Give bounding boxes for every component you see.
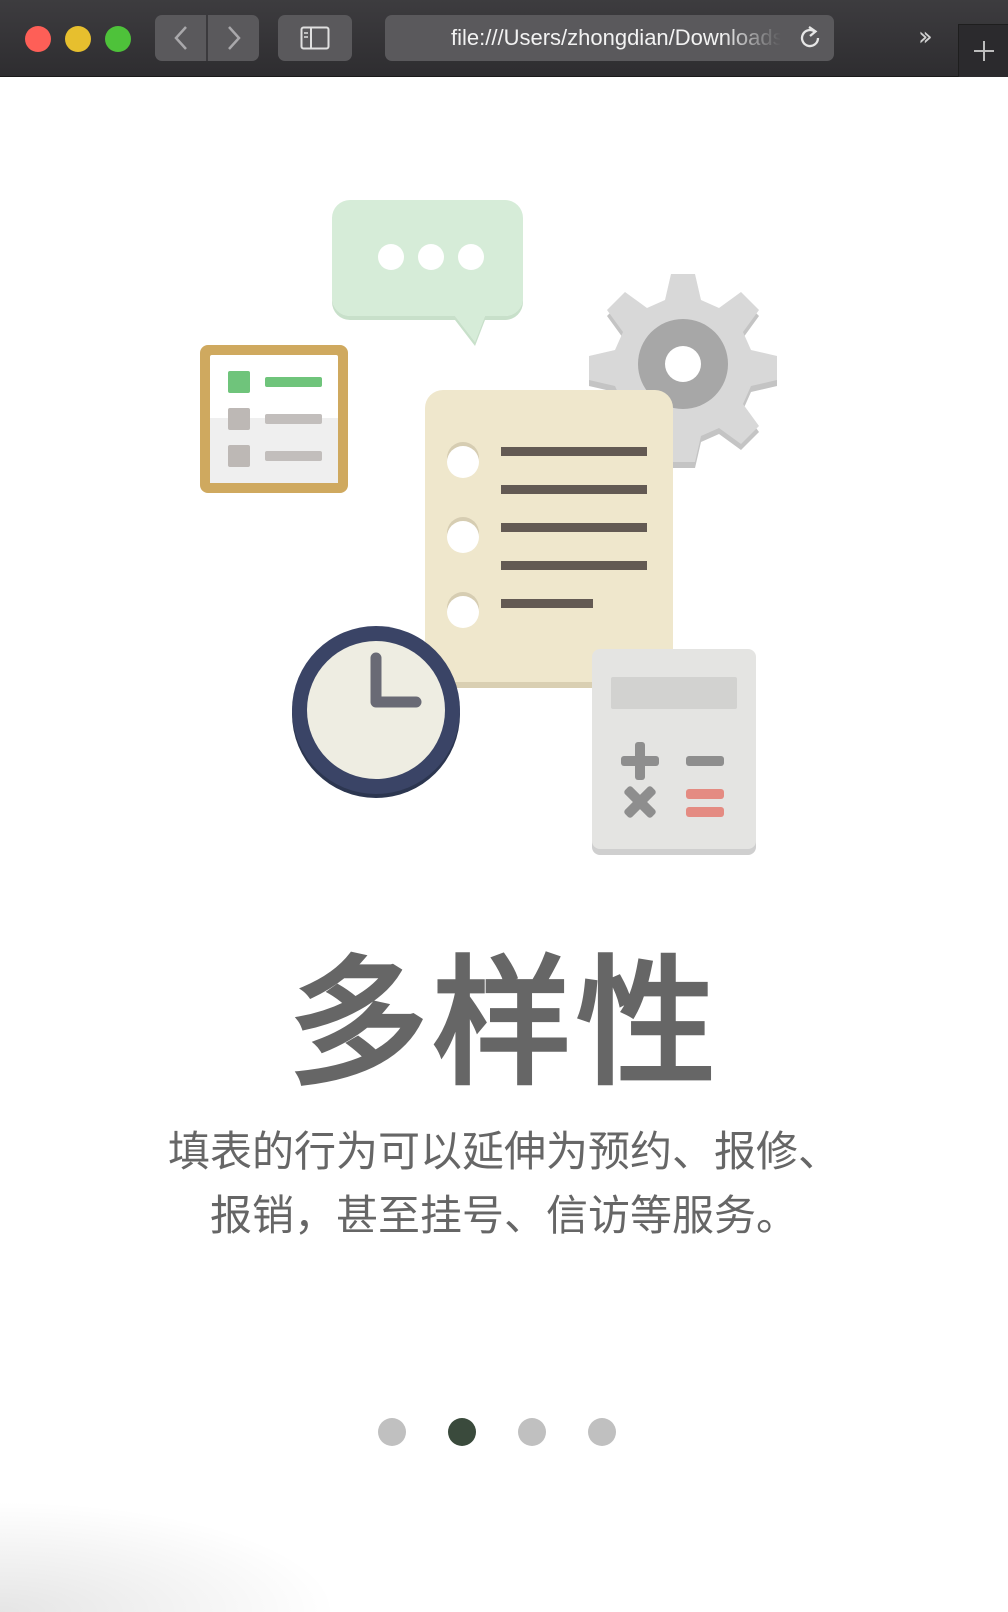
- pagination-dots: [0, 1418, 1008, 1448]
- minimize-window-button[interactable]: [65, 26, 91, 52]
- sidebar-icon: [300, 26, 330, 50]
- forward-icon: [227, 26, 241, 50]
- document-list-icon: [425, 390, 673, 688]
- close-window-button[interactable]: [25, 26, 51, 52]
- nav-buttons: [155, 15, 259, 61]
- bottom-shadow: [0, 1500, 340, 1612]
- slide-description: 填表的行为可以延伸为预约、报修、 报销，甚至挂号、信访等服务。: [0, 1120, 1008, 1248]
- pagination-dot[interactable]: [448, 1418, 476, 1446]
- forward-button[interactable]: [208, 15, 259, 61]
- sidebar-toggle-button[interactable]: [278, 15, 352, 61]
- forms-illustration: [200, 200, 777, 855]
- slide-description-line: 填表的行为可以延伸为预约、报修、: [167, 1127, 840, 1176]
- zoom-window-button[interactable]: [105, 26, 131, 52]
- address-bar[interactable]: file:///Users/zhongdian/Downloads/index.…: [385, 15, 834, 61]
- url-text[interactable]: file:///Users/zhongdian/Downloads/index.…: [451, 15, 781, 61]
- pagination-dot[interactable]: [518, 1418, 546, 1446]
- calculator-icon: [592, 649, 756, 855]
- back-icon: [173, 26, 187, 50]
- slide-title: 多样性: [287, 943, 720, 1106]
- slide-description-line: 报销，甚至挂号、信访等服务。: [209, 1191, 798, 1240]
- pagination-dot[interactable]: [588, 1418, 616, 1446]
- browser-toolbar: file:///Users/zhongdian/Downloads/index.…: [0, 0, 1008, 77]
- back-button[interactable]: [155, 15, 206, 61]
- checklist-card-icon: [200, 345, 348, 493]
- new-tab-button[interactable]: [958, 24, 1008, 77]
- clock-icon: [292, 626, 460, 798]
- more-chevrons-icon[interactable]: ››: [918, 22, 933, 52]
- reload-icon[interactable]: [796, 24, 824, 52]
- pagination-dot[interactable]: [378, 1418, 406, 1446]
- new-tab-icon: [974, 41, 994, 61]
- chat-bubble-icon: [332, 200, 523, 346]
